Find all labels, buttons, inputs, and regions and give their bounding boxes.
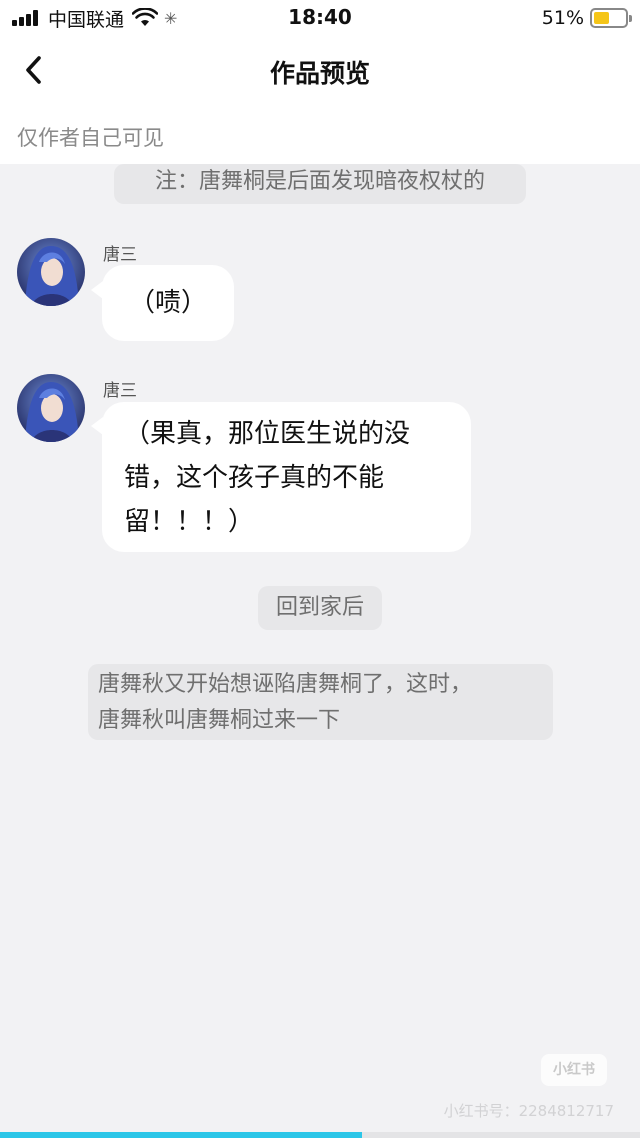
message-text-line: （果真，那位医生说的没: [124, 419, 411, 449]
progress-fill: [0, 1132, 362, 1138]
system-message-text: 注：唐舞桐是后面发现暗夜权杖的: [154, 169, 485, 194]
avatar[interactable]: [17, 238, 85, 306]
watermark-logo: 小红书: [541, 1054, 607, 1086]
avatar[interactable]: [17, 374, 85, 442]
system-message-text-line: 唐舞秋又开始想诬陷唐舞桐了，这时，: [98, 672, 473, 697]
message-bubble: （果真，那位医生说的没 错，这个孩子真的不能 留！！！）: [102, 402, 471, 552]
progress-bar: [0, 1132, 640, 1138]
battery-fill: [594, 12, 610, 24]
message-text-line: 留！！！）: [124, 507, 255, 537]
chat-area: 注：唐舞桐是后面发现暗夜权杖的 唐三 （啧） 唐三 （果真，那位医生说的没 错，…: [0, 164, 640, 1134]
system-message-text-line: 唐舞秋叫唐舞桐过来一下: [98, 708, 341, 733]
message-text-line: 错，这个孩子真的不能: [124, 463, 385, 493]
visibility-notice: 仅作者自己可见: [0, 106, 640, 164]
system-message: 回到家后: [258, 586, 382, 630]
battery-percent: 51%: [541, 7, 584, 29]
status-right: 51%: [541, 6, 632, 30]
sender-name: 唐三: [103, 245, 137, 265]
nav-bar: 作品预览: [0, 36, 640, 106]
status-bar: 中国联通 ✳ 18:40 51%: [0, 0, 640, 36]
page-title: 作品预览: [269, 59, 370, 88]
visibility-notice-text: 仅作者自己可见: [17, 126, 164, 150]
avatar-image: [17, 238, 85, 306]
watermark-text: 小红书号：2284812717: [443, 1102, 614, 1120]
battery-icon: [590, 8, 632, 28]
sender-name: 唐三: [103, 381, 137, 401]
battery-tip: [629, 15, 632, 22]
message-text: （啧）: [128, 288, 207, 318]
system-message: 注：唐舞桐是后面发现暗夜权杖的: [114, 164, 526, 204]
avatar-image: [17, 374, 85, 442]
screen: 中国联通 ✳ 18:40 51% 作品预览 仅作者自己可见 注：唐舞桐是后面发现…: [0, 0, 640, 1138]
message-bubble: （啧）: [102, 265, 234, 341]
system-message-text: 回到家后: [275, 595, 364, 620]
system-message: 唐舞秋又开始想诬陷唐舞桐了，这时， 唐舞秋叫唐舞桐过来一下: [88, 664, 553, 740]
